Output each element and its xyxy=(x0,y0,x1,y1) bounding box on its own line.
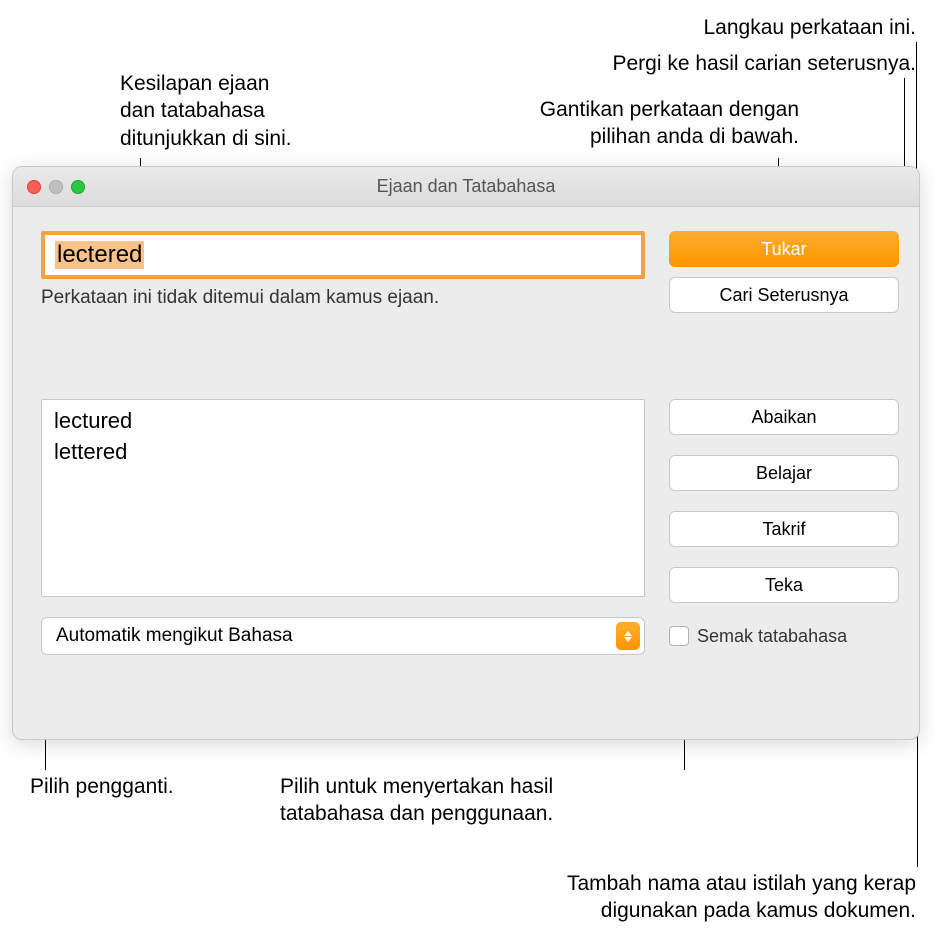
chevron-down-icon xyxy=(624,637,632,642)
side-buttons: Abaikan Belajar Takrif Teka xyxy=(669,399,899,603)
window-content: lectered Perkataan ini tidak ditemui dal… xyxy=(13,207,919,675)
change-button[interactable]: Tukar xyxy=(669,231,899,267)
find-next-button[interactable]: Cari Seterusnya xyxy=(669,277,899,313)
select-arrows-icon xyxy=(616,622,640,650)
learn-button[interactable]: Belajar xyxy=(669,455,899,491)
guess-button[interactable]: Teka xyxy=(669,567,899,603)
language-select[interactable]: Automatik mengikut Bahasa xyxy=(41,617,645,655)
minimize-window-button[interactable] xyxy=(49,180,63,194)
chevron-up-icon xyxy=(624,631,632,636)
status-message: Perkataan ini tidak ditemui dalam kamus … xyxy=(41,287,645,309)
callout-pick-replacement: Pilih pengganti. xyxy=(30,773,174,800)
close-window-button[interactable] xyxy=(27,180,41,194)
ignore-button[interactable]: Abaikan xyxy=(669,399,899,435)
callout-skip: Langkau perkataan ini. xyxy=(704,14,917,41)
window-title: Ejaan dan Tatabahasa xyxy=(13,176,919,197)
zoom-window-button[interactable] xyxy=(71,180,85,194)
top-row: lectered Perkataan ini tidak ditemui dal… xyxy=(41,231,899,313)
misspelled-word-field[interactable]: lectered xyxy=(41,231,645,279)
list-item[interactable]: lectured xyxy=(54,406,632,437)
traffic-lights xyxy=(13,180,85,194)
bottom-row: Automatik mengikut Bahasa Semak tatabaha… xyxy=(41,617,899,655)
callout-add-term: Tambah nama atau istilah yang kerap digu… xyxy=(567,870,916,925)
misspelled-word: lectered xyxy=(55,241,144,269)
grammar-checkbox-area: Semak tatabahasa xyxy=(669,626,899,647)
language-select-value: Automatik mengikut Bahasa xyxy=(56,625,293,647)
callout-next: Pergi ke hasil carian seterusnya. xyxy=(613,50,917,77)
spellcheck-window: Ejaan dan Tatabahasa lectered Perkataan … xyxy=(12,166,920,740)
suggestions-list[interactable]: lectured lettered xyxy=(41,399,645,597)
define-button[interactable]: Takrif xyxy=(669,511,899,547)
callout-replace: Gantikan perkataan dengan pilihan anda d… xyxy=(540,96,799,151)
grammar-checkbox[interactable] xyxy=(669,626,689,646)
grammar-checkbox-label: Semak tatabahasa xyxy=(697,626,847,647)
list-item[interactable]: lettered xyxy=(54,437,632,468)
top-buttons: Tukar Cari Seterusnya xyxy=(669,231,899,313)
callout-grammar: Pilih untuk menyertakan hasil tatabahasa… xyxy=(280,773,553,828)
callout-errors-shown: Kesilapan ejaan dan tatabahasa ditunjukk… xyxy=(120,70,292,152)
middle-row: lectured lettered Abaikan Belajar Takrif… xyxy=(41,399,899,603)
titlebar: Ejaan dan Tatabahasa xyxy=(13,167,919,207)
